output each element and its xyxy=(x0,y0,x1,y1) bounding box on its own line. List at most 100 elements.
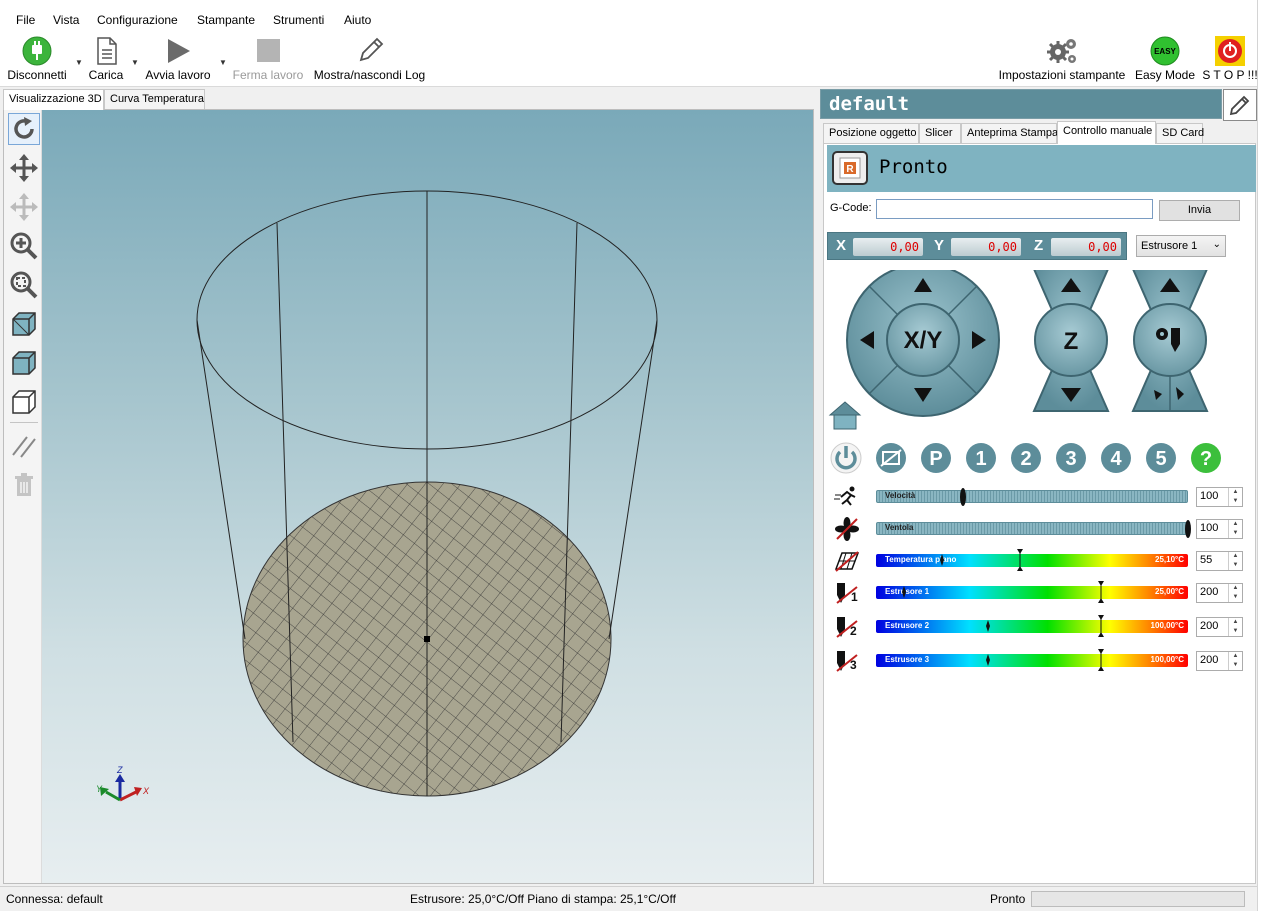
power-button[interactable] xyxy=(830,442,862,474)
tab-slicer[interactable]: Slicer xyxy=(919,123,961,143)
extruder-select[interactable]: Estrusore 1 ⌄ xyxy=(1136,235,1226,257)
emergency-stop-button[interactable]: S T O P !!! xyxy=(1200,36,1260,82)
tab-sd-card[interactable]: SD Card xyxy=(1156,123,1204,143)
svg-text:1: 1 xyxy=(975,448,986,470)
bed-temp-slider-row: Temperatura piano 25,10°C 55 ▲ ▼ xyxy=(827,549,1252,573)
view-wire-button[interactable] xyxy=(8,386,40,418)
fit-view-button[interactable] xyxy=(8,269,40,301)
menu-file[interactable]: File xyxy=(16,13,35,27)
extruder2-label: Estrusore 2 xyxy=(885,621,930,630)
extruder-select-value: Estrusore 1 xyxy=(1141,240,1198,252)
disconnect-button[interactable]: Disconnetti xyxy=(4,36,70,82)
load-dropdown-arrow[interactable]: ▼ xyxy=(131,58,139,67)
toggle-log-label: Mostra/nascondi Log xyxy=(313,68,426,82)
easy-mode-button[interactable]: EASY Easy Mode xyxy=(1133,36,1197,82)
svg-text:5: 5 xyxy=(1155,448,1166,470)
extruder2-current-marker xyxy=(986,616,991,636)
extruder3-spinbox[interactable]: 200 ▲ ▼ xyxy=(1196,651,1243,671)
toggle-log-button[interactable]: Mostra/nascondi Log xyxy=(312,36,427,82)
stop-job-button[interactable]: Ferma lavoro xyxy=(231,36,305,82)
cube-iso-icon xyxy=(12,312,36,336)
tab-temperature-curve[interactable]: Curva Temperatura xyxy=(104,89,205,109)
bed-temp-target-marker[interactable] xyxy=(1016,549,1023,571)
extruder-jog-pad[interactable] xyxy=(1131,270,1209,412)
preset-5-button[interactable]: 5 xyxy=(1145,442,1177,474)
axis-gizmo: Y X Z xyxy=(96,765,150,802)
manual-control-body: R Pronto G-Code: Invia X 0,00 Y 0,00 Z 0… xyxy=(823,143,1256,884)
menu-config[interactable]: Configurazione xyxy=(97,13,178,27)
start-dropdown-arrow[interactable]: ▼ xyxy=(219,58,227,67)
printer-bed-scene[interactable]: Y X Z xyxy=(42,110,813,883)
stop-square-icon xyxy=(257,39,280,62)
z-jog-pad[interactable]: Z xyxy=(1032,270,1110,412)
view-front-button[interactable] xyxy=(8,347,40,379)
play-icon xyxy=(168,39,190,63)
menu-help[interactable]: Aiuto xyxy=(344,13,371,27)
home-icon[interactable] xyxy=(828,401,862,430)
build-volume-drawing: Y X Z xyxy=(96,190,658,802)
x-coord-value: 0,00 xyxy=(853,238,923,256)
park-button[interactable]: P xyxy=(920,442,952,474)
view-isometric-button[interactable] xyxy=(8,308,40,340)
extruder1-spinbox[interactable]: 200 ▲ ▼ xyxy=(1196,583,1243,603)
delete-object-button[interactable] xyxy=(8,469,40,501)
parallel-view-button[interactable] xyxy=(8,430,40,462)
fan-spinbox[interactable]: 100 ▲ ▼ xyxy=(1196,519,1243,539)
job-status: Pronto xyxy=(990,892,1026,906)
menu-view[interactable]: Vista xyxy=(53,13,79,27)
extruder3-target-marker[interactable] xyxy=(1097,649,1104,671)
preset-3-button[interactable]: 3 xyxy=(1055,442,1087,474)
tab-3d-view[interactable]: Visualizzazione 3D xyxy=(3,89,104,110)
extruder-2-icon: 2 xyxy=(836,617,858,638)
status-bar: Connessa: default Estrusore: 25,0°C/Off … xyxy=(0,886,1257,911)
move-view-button[interactable] xyxy=(8,152,40,184)
tab-manual-control[interactable]: Controllo manuale xyxy=(1057,121,1156,144)
bed-temp-spinbox[interactable]: 55 ▲ ▼ xyxy=(1196,551,1243,571)
xy-jog-pad[interactable]: X/Y xyxy=(846,270,1000,417)
disconnect-dropdown-arrow[interactable]: ▼ xyxy=(75,58,83,67)
load-button[interactable]: Carica xyxy=(86,36,126,82)
move-object-button[interactable] xyxy=(8,191,40,223)
number-3-icon: 3 xyxy=(1056,443,1086,473)
edit-printer-button[interactable] xyxy=(1223,89,1257,121)
temperature-status: Estrusore: 25,0°C/Off Piano di stampa: 2… xyxy=(410,892,676,906)
x-coord-label: X xyxy=(836,237,847,254)
motors-off-button[interactable] xyxy=(875,442,907,474)
fan-slider[interactable] xyxy=(876,522,1188,535)
fan-label: Ventola xyxy=(885,523,914,532)
rotate-view-button[interactable] xyxy=(8,113,40,145)
printer-logo-icon: R xyxy=(832,151,868,185)
tab-object-position[interactable]: Posizione oggetto xyxy=(823,123,919,143)
cube-front-icon xyxy=(12,351,36,375)
gcode-input[interactable] xyxy=(876,199,1153,219)
printer-status-text: Pronto xyxy=(879,156,948,178)
number-2-icon: 2 xyxy=(1011,443,1041,473)
zoom-button[interactable] xyxy=(8,230,40,262)
preset-2-button[interactable]: 2 xyxy=(1010,442,1042,474)
preset-4-button[interactable]: 4 xyxy=(1100,442,1132,474)
svg-text:3: 3 xyxy=(1065,448,1076,470)
menu-printer[interactable]: Stampante xyxy=(197,13,255,27)
menu-tools[interactable]: Strumenti xyxy=(273,13,324,27)
3d-viewport[interactable]: Y X Z xyxy=(3,109,814,884)
fan-slider-thumb[interactable] xyxy=(1185,520,1191,538)
start-job-button[interactable]: Avvia lavoro xyxy=(143,36,213,82)
preset-1-button[interactable]: 1 xyxy=(965,442,997,474)
extruder2-spinbox[interactable]: 200 ▲ ▼ xyxy=(1196,617,1243,637)
power-plug-icon xyxy=(22,36,52,66)
view-tools xyxy=(4,110,42,883)
send-gcode-button[interactable]: Invia xyxy=(1159,200,1240,221)
speed-spinbox[interactable]: 100 ▲ ▼ xyxy=(1196,487,1243,507)
extruder2-target-marker[interactable] xyxy=(1097,615,1104,637)
tab-print-preview[interactable]: Anteprima Stampa xyxy=(961,123,1058,143)
help-button[interactable]: ? xyxy=(1190,442,1222,474)
z-coord-value: 0,00 xyxy=(1051,238,1121,256)
printer-settings-button[interactable]: Impostazioni stampante xyxy=(997,36,1127,82)
speed-slider[interactable] xyxy=(876,490,1188,503)
motors-off-icon xyxy=(876,443,906,473)
extruder1-target-marker[interactable] xyxy=(1097,581,1104,603)
load-label: Carica xyxy=(88,68,124,82)
speed-label: Velocità xyxy=(885,491,916,500)
easy-mode-label: Easy Mode xyxy=(1134,68,1196,82)
axis-z-label: Z xyxy=(116,765,123,775)
